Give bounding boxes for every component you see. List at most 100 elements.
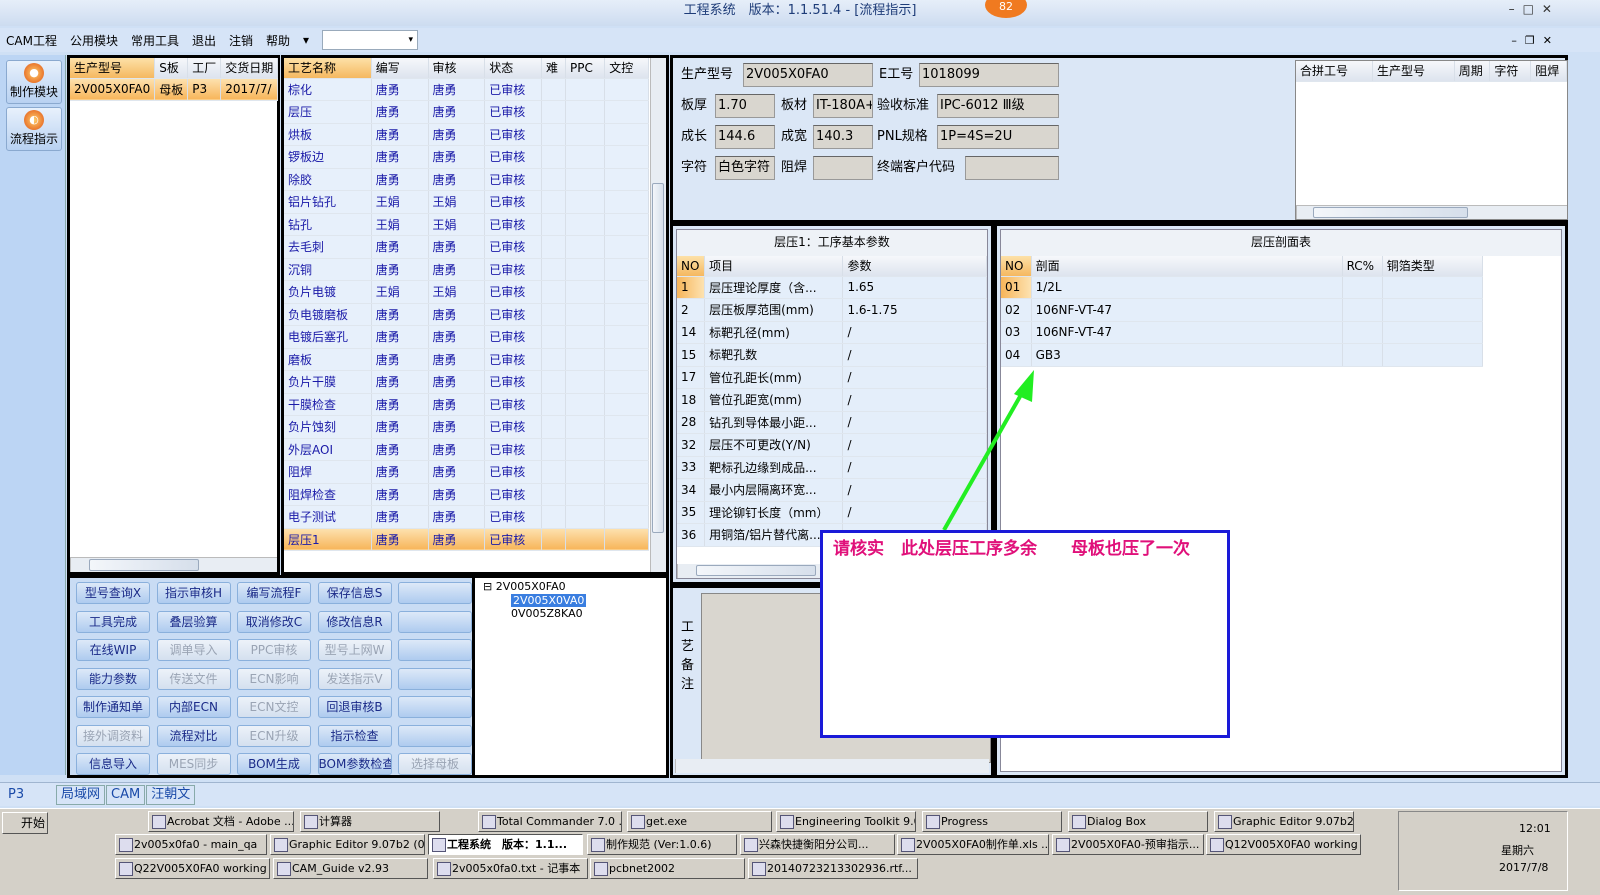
order-hscrollbar[interactable] — [70, 557, 277, 572]
taskbar-item[interactable]: 2V005X0FA0制作单.xls ... — [897, 834, 1049, 855]
table-row[interactable]: 钻孔 王娟 王娟 已审核 — [284, 213, 649, 236]
table-row[interactable]: 负片蚀刻 唐勇 唐勇 已审核 — [284, 415, 649, 439]
table-row[interactable]: 铝片钻孔 王娟 王娟 已审核 — [284, 190, 649, 214]
action-button[interactable]: 回退审核B — [317, 696, 392, 718]
column-header[interactable]: 文控 — [604, 58, 649, 79]
taskbar-item[interactable]: 2v005x0fa0.txt - 记事本 — [433, 858, 588, 879]
action-button[interactable]: 在线WIP — [76, 639, 150, 661]
action-button[interactable]: ECN文控 — [237, 696, 311, 718]
taskbar-item[interactable]: CAM_Guide v2.93 — [273, 858, 428, 879]
process-vscrollbar[interactable] — [650, 58, 666, 572]
column-header[interactable]: 铜箔类型 — [1382, 256, 1484, 277]
action-button[interactable] — [398, 610, 472, 633]
model-field[interactable]: 2V005X0FA0 — [743, 63, 873, 87]
nav-flow-instruction[interactable]: ◐ 流程指示 — [6, 107, 62, 151]
taskbar-item[interactable]: 计算器 — [300, 811, 440, 832]
factory-selector[interactable]: P3 — [0, 787, 56, 802]
table-row[interactable]: 阻焊检查 唐勇 唐勇 已审核 — [284, 483, 649, 506]
action-button[interactable]: MES同步 — [156, 753, 231, 775]
table-row[interactable]: 烘板 唐勇 唐勇 已审核 — [284, 123, 649, 146]
nav-make-module[interactable]: ● 制作模块 — [6, 60, 62, 104]
action-button[interactable] — [398, 639, 472, 661]
action-button[interactable]: 指示检查 — [317, 724, 392, 747]
column-header[interactable]: 审核 — [428, 58, 486, 79]
table-row[interactable]: 01 1/2L — [1001, 276, 1484, 299]
table-row[interactable]: 除胶 唐勇 唐勇 已审核 — [284, 168, 649, 191]
table-row[interactable]: 电镀后塞孔 唐勇 唐勇 已审核 — [284, 325, 649, 349]
table-row[interactable]: 阻焊 唐勇 唐勇 已审核 — [284, 460, 649, 484]
column-header[interactable]: 难 — [541, 58, 566, 79]
action-button[interactable]: 选择母板 — [398, 753, 472, 775]
action-button[interactable]: 型号查询X — [76, 582, 150, 604]
taskbar-item[interactable]: Engineering Toolkit 9.0... — [776, 811, 916, 832]
action-button[interactable]: 接外调资料 — [76, 724, 150, 747]
taskbar-item[interactable]: Q12V005X0FA0 working ... — [1206, 834, 1361, 855]
pnl-field[interactable]: 1P=4S=2U — [937, 125, 1059, 149]
action-button[interactable]: 流程对比 — [156, 724, 231, 747]
column-header[interactable]: NO — [677, 256, 706, 277]
column-header[interactable]: NO — [1001, 256, 1032, 277]
tree-node[interactable]: 0V005Z8KA0 — [483, 607, 658, 620]
table-row[interactable]: 14 标靶孔径(mm) / — [677, 321, 987, 344]
action-button[interactable]: 工具完成 — [76, 610, 150, 633]
table-row[interactable]: 磨板 唐勇 唐勇 已审核 — [284, 348, 649, 371]
table-row[interactable]: 棕化 唐勇 唐勇 已审核 — [284, 78, 649, 101]
table-row[interactable]: 电子测试 唐勇 唐勇 已审核 — [284, 505, 649, 529]
action-button[interactable] — [398, 582, 472, 604]
mdi-controls[interactable]: –❐✕ — [1511, 34, 1560, 47]
standard-field[interactable]: IPC-6012 Ⅲ级 — [937, 94, 1059, 118]
table-row[interactable]: 04 GB3 — [1001, 343, 1484, 367]
taskbar-item[interactable]: Total Commander 7.0 ... — [478, 811, 622, 832]
action-button[interactable]: 发送指示V — [317, 667, 392, 690]
column-header[interactable]: 生产型号 — [1372, 61, 1455, 82]
table-row[interactable]: 02 106NF-VT-47 — [1001, 298, 1484, 322]
column-header[interactable]: 阻焊 — [1530, 61, 1567, 82]
taskbar-item[interactable]: get.exe — [627, 811, 772, 832]
column-header[interactable]: 项目 — [704, 256, 844, 277]
taskbar-item[interactable]: 2v005x0fa0 - main_qa — [115, 834, 267, 855]
table-row[interactable]: 层压 唐勇 唐勇 已审核 — [284, 100, 649, 124]
taskbar-item[interactable]: 兴森快捷衡阳分公司... — [740, 834, 895, 855]
start-button[interactable]: 开始 — [2, 812, 48, 834]
column-header[interactable]: 交货日期 — [220, 58, 279, 79]
action-button[interactable]: 编写流程F — [237, 582, 311, 604]
action-button[interactable]: 传送文件 — [156, 667, 231, 690]
action-button[interactable]: 内部ECN — [156, 696, 231, 718]
action-button[interactable]: 取消修改C — [237, 610, 311, 633]
taskbar-item[interactable]: 20140723213302936.rtf... — [748, 858, 918, 879]
column-header[interactable]: 合拼工号 — [1296, 61, 1374, 82]
taskbar-item[interactable]: Graphic Editor 9.07b2 ... — [1214, 811, 1354, 832]
table-row[interactable]: 锣板边 唐勇 唐勇 已审核 — [284, 145, 649, 169]
table-row[interactable]: 干膜检查 唐勇 唐勇 已审核 — [284, 393, 649, 416]
clock-time[interactable]: 12:01 — [1519, 822, 1551, 835]
table-row[interactable]: 负片电镀 王娟 王娟 已审核 — [284, 280, 649, 304]
taskbar-item[interactable]: Acrobat 文档 - Adobe ... — [148, 811, 294, 832]
column-header[interactable]: 工艺名称 — [284, 58, 372, 79]
column-header[interactable]: 参数 — [842, 256, 987, 277]
action-button[interactable] — [398, 724, 472, 747]
action-button[interactable]: BOM生成 — [237, 753, 311, 775]
table-row[interactable]: 负电镀磨板 唐勇 唐勇 已审核 — [284, 303, 649, 326]
legend-field[interactable]: 白色字符 — [715, 156, 775, 180]
action-button[interactable]: 型号上网W — [317, 639, 392, 661]
column-header[interactable]: RC% — [1342, 256, 1383, 277]
action-button[interactable] — [398, 696, 472, 718]
tree-node-selected[interactable]: 2V005X0VA0 — [511, 594, 587, 607]
soldermask-field[interactable] — [813, 156, 873, 180]
column-header[interactable]: 工厂 — [187, 58, 222, 79]
action-button[interactable]: 调单导入 — [156, 639, 231, 661]
material-field[interactable]: IT-180A+ — [813, 94, 873, 118]
menu-item[interactable]: 注销 — [229, 32, 253, 49]
column-header[interactable]: 编写 — [371, 58, 429, 79]
column-header[interactable]: 字符 — [1489, 61, 1532, 82]
length-field[interactable]: 144.6 — [715, 125, 775, 149]
action-button[interactable]: 修改信息R — [317, 610, 392, 633]
action-button[interactable]: 指示审核H — [156, 582, 231, 604]
action-button[interactable]: 信息导入 — [76, 753, 150, 775]
table-row[interactable]: 沉铜 唐勇 唐勇 已审核 — [284, 258, 649, 281]
tree-root[interactable]: ⊟ 2V005X0FA0 — [483, 580, 658, 593]
table-row[interactable]: 1 层压理论厚度（含... 1.65 — [677, 276, 987, 299]
menu-overflow-icon[interactable]: ▾ — [303, 33, 309, 47]
menu-item[interactable]: 退出 — [192, 32, 216, 49]
remark-hscrollbar[interactable] — [675, 759, 989, 773]
